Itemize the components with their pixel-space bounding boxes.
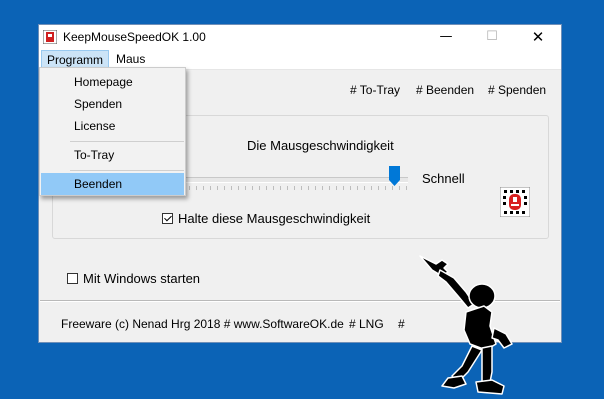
to-tray-link[interactable]: # To-Tray [350,83,400,97]
mouse-speed-icon[interactable] [500,187,530,217]
start-with-windows-checkbox[interactable] [67,273,78,284]
menu-maus[interactable]: Maus [111,50,150,68]
menu-item-license[interactable]: License [41,115,184,137]
spenden-link[interactable]: # Spenden [488,83,546,97]
menu-item-beenden[interactable]: Beenden [41,173,184,195]
footer-copyright-link[interactable]: Freeware (c) Nenad Hrg 2018 # www.Softwa… [61,317,344,331]
title-bar[interactable]: KeepMouseSpeedOK 1.00 — ☐ ✕ [39,25,561,49]
speed-slider-thumb[interactable] [388,166,400,186]
speed-heading: Die Mausgeschwindigkeit [247,138,394,153]
start-with-windows-row[interactable]: Mit Windows starten [67,271,200,286]
footer-hash-link[interactable]: # [398,317,405,331]
app-icon [43,30,57,44]
menu-separator [70,170,184,171]
hold-speed-checkbox[interactable] [162,213,173,224]
hold-speed-label[interactable]: Halte diese Mausgeschwindigkeit [178,211,370,226]
maximize-button[interactable]: ☐ [469,25,515,49]
start-with-windows-label[interactable]: Mit Windows starten [83,271,200,286]
menu-item-to-tray[interactable]: To-Tray [41,144,184,166]
menu-programm[interactable]: Programm [41,50,109,68]
speed-fast-label: Schnell [422,171,465,186]
minimize-button[interactable]: — [423,25,469,49]
menu-item-homepage[interactable]: Homepage [41,71,184,93]
footer-lng-link[interactable]: # LNG [349,317,384,331]
close-button[interactable]: ✕ [515,25,561,49]
menu-separator [70,141,184,142]
menu-item-spenden[interactable]: Spenden [41,93,184,115]
stickman-pointing-icon [419,255,513,395]
hold-speed-checkbox-row[interactable]: Halte diese Mausgeschwindigkeit [162,211,370,226]
window-title: KeepMouseSpeedOK 1.00 [63,30,206,44]
beenden-link[interactable]: # Beenden [416,83,474,97]
programm-dropdown-menu: Homepage Spenden License To-Tray Beenden [39,67,186,196]
